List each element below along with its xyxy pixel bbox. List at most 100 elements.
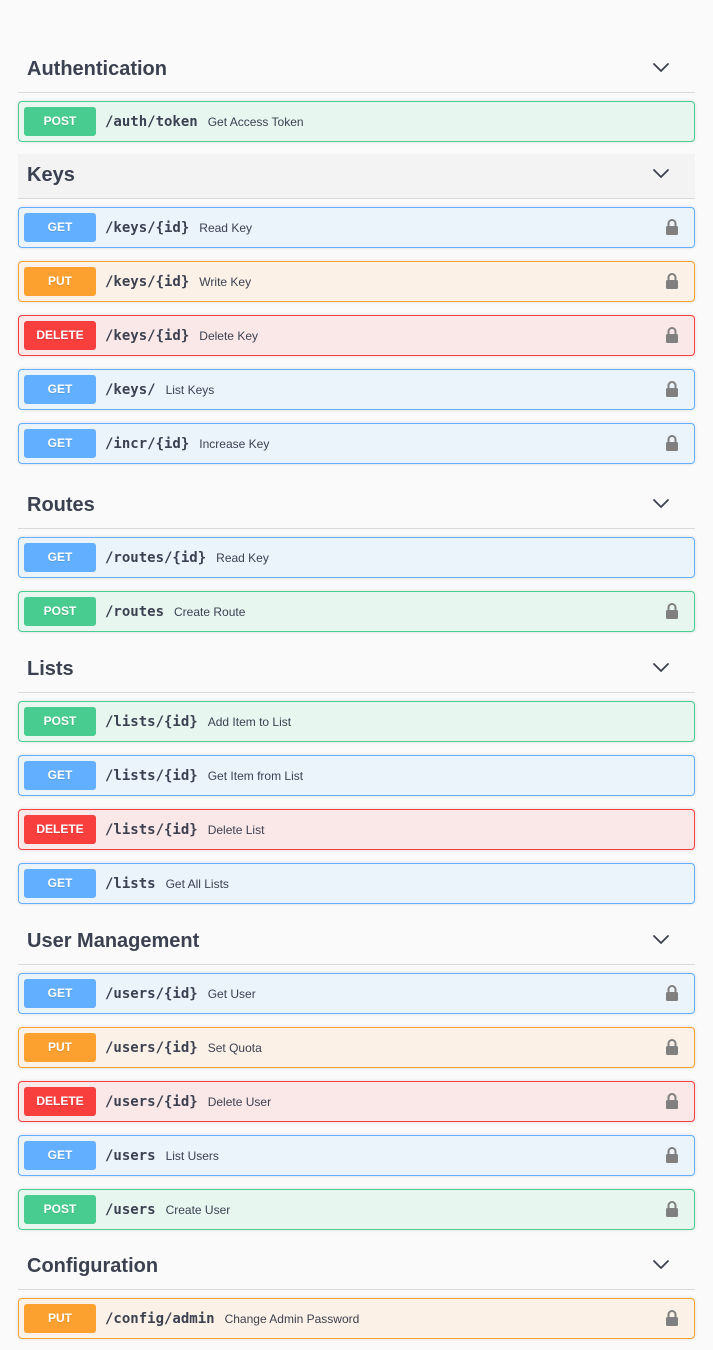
tag-header[interactable]: Configuration bbox=[18, 1245, 695, 1290]
tag-section: Configuration PUT/config/admin Change Admi… bbox=[18, 1245, 695, 1339]
operation-path: /keys/{id} Delete Key bbox=[105, 327, 258, 345]
operation-path: /lists/{id} Delete List bbox=[105, 821, 264, 839]
operation-summary: Read Key bbox=[216, 551, 269, 565]
operation-path: /keys/List Keys bbox=[105, 381, 214, 399]
chevron-down-icon[interactable] bbox=[652, 661, 670, 673]
operation-summary: Get User bbox=[207, 987, 256, 1001]
operation-path-text: /users/{id} bbox=[105, 986, 198, 1002]
operation-row[interactable]: PUT/config/admin Change Admin Password bbox=[18, 1298, 695, 1339]
lock-icon[interactable] bbox=[665, 1309, 679, 1327]
method-badge: GET bbox=[24, 979, 96, 1008]
method-badge: GET bbox=[24, 375, 96, 404]
tag-header[interactable]: Routes bbox=[18, 484, 695, 529]
operation-row[interactable]: GET/keys/{id} Read Key bbox=[18, 207, 695, 248]
operation-path-text: /incr/{id} bbox=[105, 436, 190, 452]
chevron-down-icon[interactable] bbox=[652, 167, 670, 179]
operation-path: /routes Create Route bbox=[105, 603, 245, 621]
operation-summary: Add Item to List bbox=[207, 715, 292, 729]
tag-header[interactable]: Lists bbox=[18, 648, 695, 693]
operation-row[interactable]: POST/users Create User bbox=[18, 1189, 695, 1230]
operation-row[interactable]: GET/users/{id} Get User bbox=[18, 973, 695, 1014]
operation-row[interactable]: DELETE/lists/{id} Delete List bbox=[18, 809, 695, 850]
lock-icon[interactable] bbox=[665, 380, 679, 398]
operation-path: /lists/{id} Get Item from List bbox=[105, 767, 303, 785]
operation-path: /auth/token Get Access Token bbox=[105, 113, 304, 131]
operation-row[interactable]: POST/routes Create Route bbox=[18, 591, 695, 632]
lock-icon[interactable] bbox=[665, 272, 679, 290]
tag-header[interactable]: Authentication bbox=[18, 48, 695, 93]
lock-icon[interactable] bbox=[665, 602, 679, 620]
operation-row[interactable]: PUT/keys/{id} Write Key bbox=[18, 261, 695, 302]
operation-path-text: /users/{id} bbox=[105, 1040, 198, 1056]
operation-summary: Write Key bbox=[199, 275, 252, 289]
operation-path: /users/{id} Set Quota bbox=[105, 1039, 262, 1057]
operation-summary: Get All Lists bbox=[165, 877, 229, 891]
lock-icon[interactable] bbox=[665, 218, 679, 236]
tag-header[interactable]: Keys bbox=[18, 154, 695, 199]
operation-path-text: /keys/{id} bbox=[105, 220, 190, 236]
operation-summary: Increase Key bbox=[199, 437, 270, 451]
operation-row[interactable]: GET/incr/{id} Increase Key bbox=[18, 423, 695, 464]
operation-summary: Read Key bbox=[199, 221, 252, 235]
operation-row[interactable]: GET/keys/List Keys bbox=[18, 369, 695, 410]
operation-path: /keys/{id} Write Key bbox=[105, 273, 251, 291]
operation-row[interactable]: PUT/users/{id} Set Quota bbox=[18, 1027, 695, 1068]
operation-path-text: /keys/{id} bbox=[105, 274, 190, 290]
operation-summary: Delete Key bbox=[199, 329, 258, 343]
operation-summary: Get Access Token bbox=[207, 115, 304, 129]
method-badge: GET bbox=[24, 1141, 96, 1170]
operation-path-text: /users/{id} bbox=[105, 1094, 198, 1110]
method-badge: POST bbox=[24, 1195, 96, 1224]
operation-summary: Delete User bbox=[207, 1095, 272, 1109]
operation-path-text: /lists/{id} bbox=[105, 714, 198, 730]
lock-icon[interactable] bbox=[665, 326, 679, 344]
lock-icon[interactable] bbox=[665, 1200, 679, 1218]
lock-icon[interactable] bbox=[665, 434, 679, 452]
operation-row[interactable]: DELETE/users/{id} Delete User bbox=[18, 1081, 695, 1122]
lock-icon[interactable] bbox=[665, 1146, 679, 1164]
operation-summary: Get Item from List bbox=[207, 769, 304, 783]
method-badge: GET bbox=[24, 869, 96, 898]
operation-row[interactable]: POST/auth/token Get Access Token bbox=[18, 101, 695, 142]
lock-icon[interactable] bbox=[665, 984, 679, 1002]
operation-row[interactable]: GET/lists/{id} Get Item from List bbox=[18, 755, 695, 796]
method-badge: POST bbox=[24, 597, 96, 626]
operation-path-text: /lists/{id} bbox=[105, 822, 198, 838]
lock-icon[interactable] bbox=[665, 1038, 679, 1056]
operation-row[interactable]: POST/lists/{id} Add Item to List bbox=[18, 701, 695, 742]
method-badge: PUT bbox=[24, 267, 96, 296]
operation-path-text: /auth/token bbox=[105, 114, 198, 130]
operation-path: /config/admin Change Admin Password bbox=[105, 1310, 359, 1328]
operation-path: /users/{id} Get User bbox=[105, 985, 256, 1003]
method-badge: POST bbox=[24, 707, 96, 736]
operation-row[interactable]: GET/users List Users bbox=[18, 1135, 695, 1176]
operation-path: /keys/{id} Read Key bbox=[105, 219, 252, 237]
operation-path-text: /config/admin bbox=[105, 1311, 215, 1327]
method-badge: POST bbox=[24, 107, 96, 136]
method-badge: DELETE bbox=[24, 815, 96, 844]
api-operations-page: Authentication POST/auth/token Get Access … bbox=[0, 0, 713, 1350]
operation-path: /users List Users bbox=[105, 1147, 219, 1165]
tag-section: Lists POST/lists/{id} Add Item to List GET /… bbox=[18, 648, 695, 904]
operation-row[interactable]: GET/lists Get All Lists bbox=[18, 863, 695, 904]
operation-path-text: /routes/{id} bbox=[105, 550, 207, 566]
operation-path-text: /routes bbox=[105, 604, 165, 620]
operation-summary: List Users bbox=[165, 1149, 219, 1163]
lock-icon[interactable] bbox=[665, 1092, 679, 1110]
method-badge: GET bbox=[24, 761, 96, 790]
operation-row[interactable]: DELETE/keys/{id} Delete Key bbox=[18, 315, 695, 356]
operation-summary: Set Quota bbox=[207, 1041, 262, 1055]
method-badge: GET bbox=[24, 213, 96, 242]
chevron-down-icon[interactable] bbox=[652, 933, 670, 945]
tag-section: User Management GET/users/{id} Get User PUT… bbox=[18, 920, 695, 1230]
operation-summary: Delete List bbox=[207, 823, 265, 837]
tag-title: Routes bbox=[27, 494, 95, 516]
chevron-down-icon[interactable] bbox=[652, 1258, 670, 1270]
chevron-down-icon[interactable] bbox=[652, 497, 670, 509]
operation-path: /incr/{id} Increase Key bbox=[105, 435, 269, 453]
tag-section: Keys GET/keys/{id} Read Key PUT/keys/{id} Wr… bbox=[18, 154, 695, 464]
tag-header[interactable]: User Management bbox=[18, 920, 695, 965]
operation-row[interactable]: GET/routes/{id} Read Key bbox=[18, 537, 695, 578]
chevron-down-icon[interactable] bbox=[652, 61, 670, 73]
operation-path: /lists/{id} Add Item to List bbox=[105, 713, 291, 731]
